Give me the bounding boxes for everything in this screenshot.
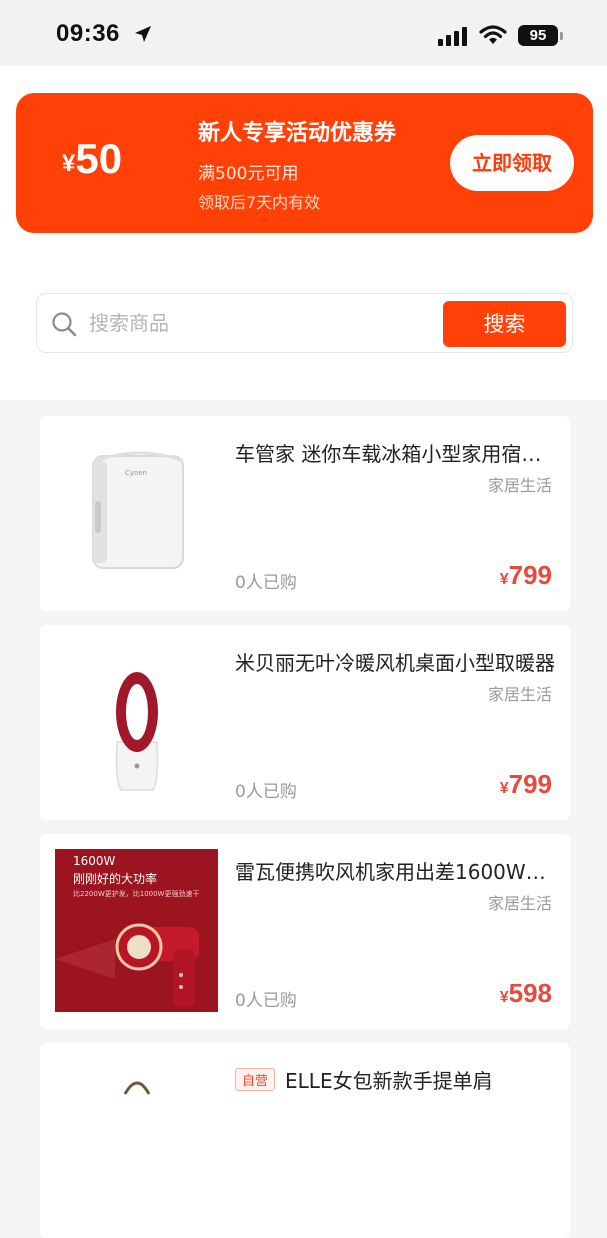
search-icon <box>52 312 77 337</box>
product-card[interactable]: Cyoen 车管家 迷你车载冰箱小型家用宿舍冷藏 家居生活 0人已购 ¥799 <box>40 416 570 611</box>
product-sold-count: 0人已购 <box>235 991 297 1011</box>
product-card[interactable]: 米贝丽无叶冷暖风机桌面小型取暖器 家居生活 0人已购 ¥799 <box>40 625 570 820</box>
price-value: 799 <box>508 560 552 590</box>
location-arrow-icon <box>135 26 151 42</box>
status-time: 09:36 <box>56 20 120 47</box>
price-currency: ¥ <box>499 571 509 588</box>
product-image-bladeless-heater <box>55 640 218 803</box>
status-bar: 09:36 95 <box>0 0 607 66</box>
coupon-banner: ¥50 新人专享活动优惠券 满500元可用 领取后7天内有效 立即领取 <box>16 93 593 233</box>
product-card[interactable]: 自营 ELLE女包新款手提单肩 <box>40 1043 570 1238</box>
product-category: 家居生活 <box>487 476 552 495</box>
product-image-headline: 1600W <box>73 854 116 868</box>
search-button[interactable]: 搜索 <box>443 301 566 347</box>
search-bar: 搜索 <box>36 293 573 353</box>
product-image-handbag <box>55 1058 218 1221</box>
svg-text:Cyoen: Cyoen <box>125 469 147 477</box>
claim-coupon-button[interactable]: 立即领取 <box>450 135 574 191</box>
product-title[interactable]: 车管家 迷你车载冰箱小型家用宿舍冷藏 <box>235 438 555 467</box>
wifi-icon <box>479 25 507 44</box>
product-title[interactable]: 米贝丽无叶冷暖风机桌面小型取暖器 <box>235 647 555 676</box>
product-card[interactable]: 1600W 刚刚好的大功率 比2200W更护发，比1000W更强劲速干 雷瓦便携… <box>40 834 570 1029</box>
coupon-value: 50 <box>75 135 123 182</box>
product-image-subheadline: 刚刚好的大功率 <box>73 872 158 886</box>
price-value: 799 <box>508 769 552 799</box>
product-price: ¥799 <box>500 769 552 800</box>
product-sold-count: 0人已购 <box>235 782 297 802</box>
product-sold-count: 0人已购 <box>235 573 297 593</box>
product-price: ¥598 <box>500 978 552 1009</box>
coupon-currency: ¥ <box>62 150 76 177</box>
coupon-validity: 领取后7天内有效 <box>198 193 321 212</box>
coupon-title: 新人专享活动优惠券 <box>198 121 397 146</box>
product-price: ¥799 <box>500 560 552 591</box>
price-currency: ¥ <box>499 989 509 1006</box>
product-category: 家居生活 <box>487 894 552 913</box>
battery-tip <box>560 32 563 40</box>
product-title[interactable]: 雷瓦便携吹风机家用出差1600W大功率 <box>235 856 555 885</box>
coupon-amount: ¥50 <box>62 135 122 183</box>
battery-indicator: 95 <box>518 25 558 46</box>
product-image-hair-dryer: 1600W 刚刚好的大功率 比2200W更护发，比1000W更强劲速干 <box>55 849 218 1012</box>
search-input[interactable] <box>89 308 429 338</box>
product-category: 家居生活 <box>487 685 552 704</box>
product-image-caption: 比2200W更护发，比1000W更强劲速干 <box>73 890 200 898</box>
cellular-signal-icon <box>438 26 467 46</box>
product-image-mini-fridge: Cyoen <box>55 431 218 594</box>
price-currency: ¥ <box>499 780 509 797</box>
coupon-condition: 满500元可用 <box>198 164 299 184</box>
price-value: 598 <box>508 978 552 1008</box>
